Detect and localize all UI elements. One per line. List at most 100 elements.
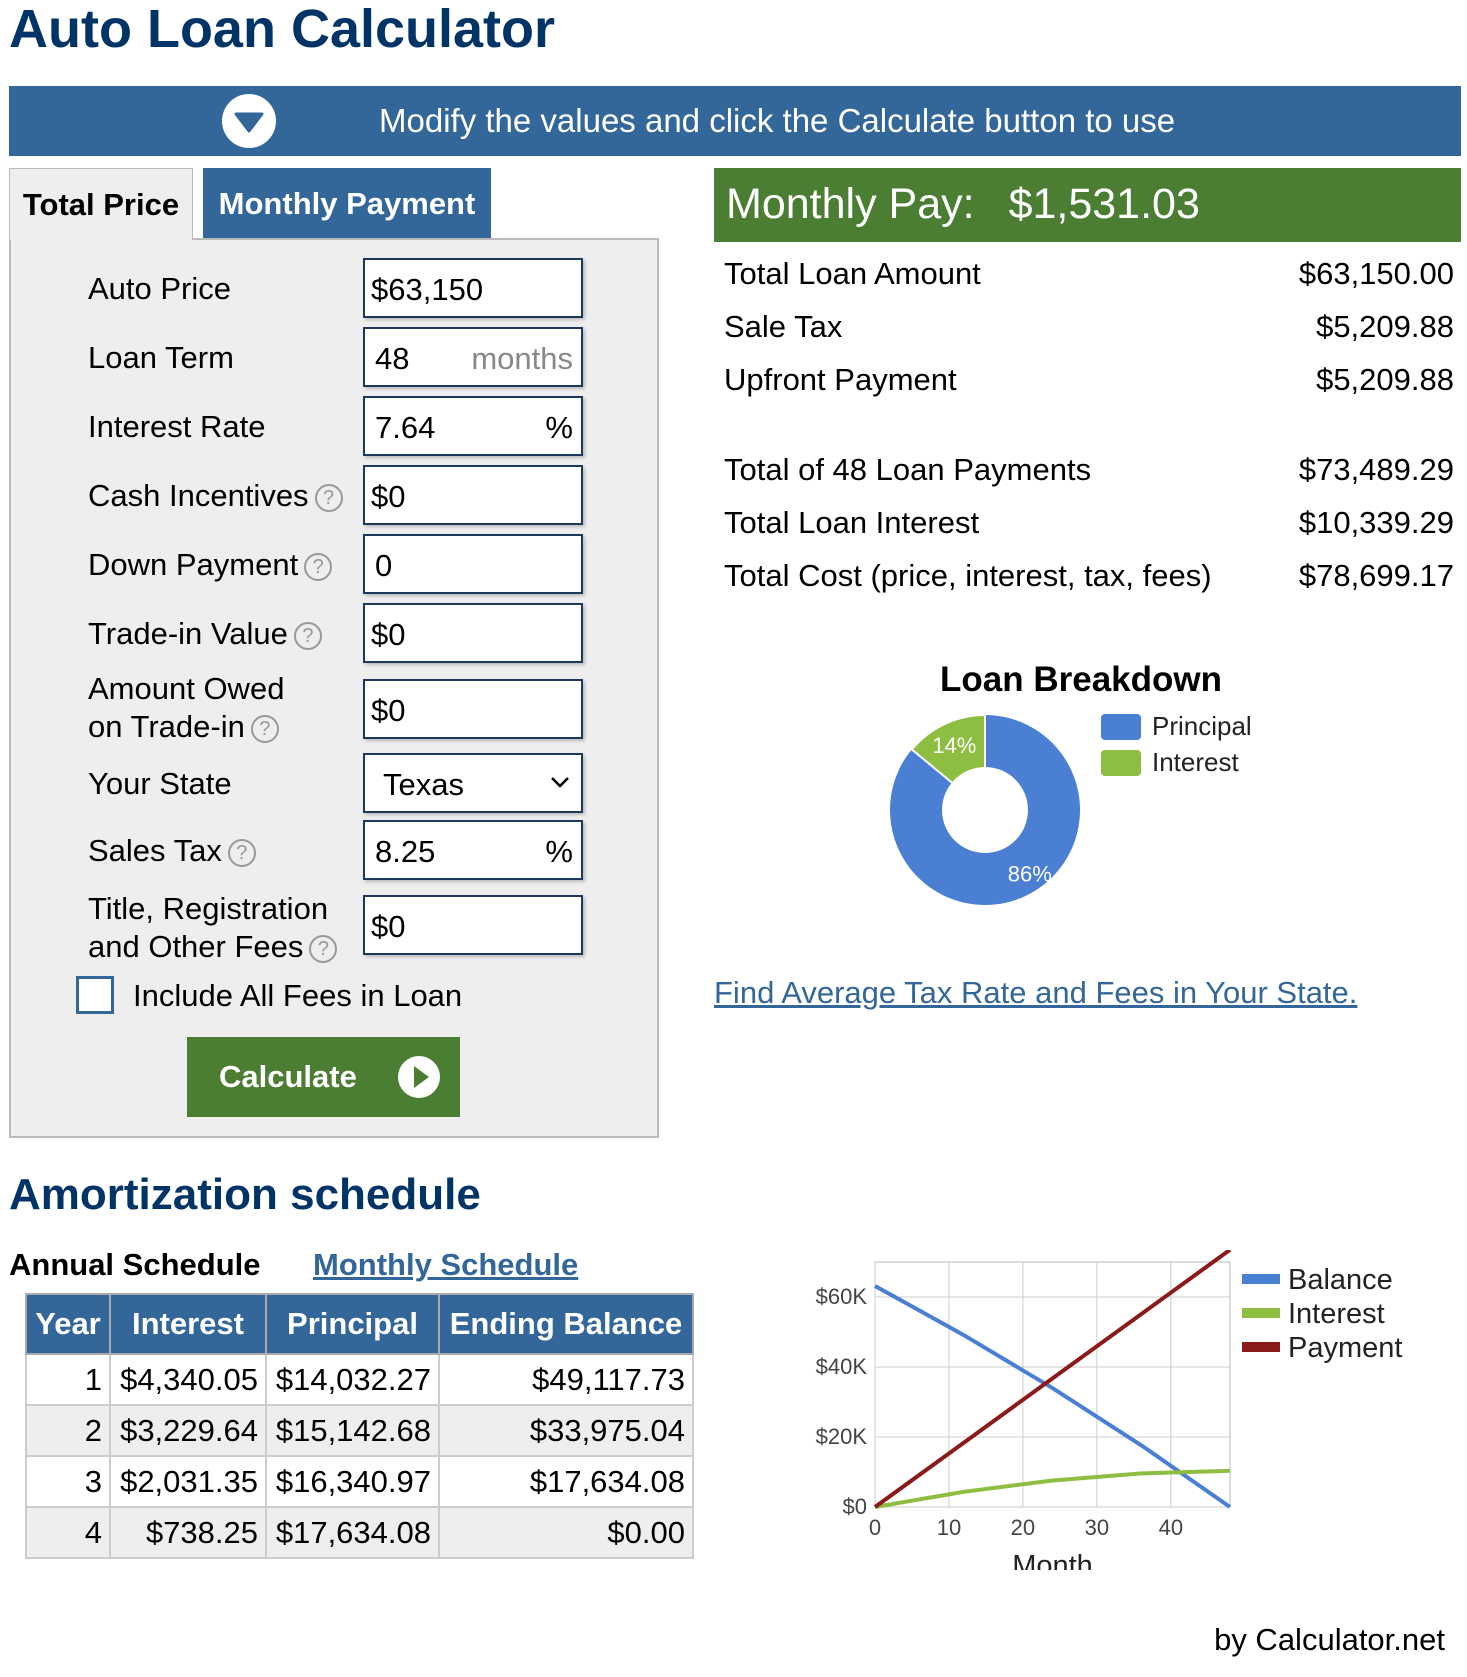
column-header: Ending Balance [438, 1293, 694, 1355]
chevron-down-circle-icon[interactable] [222, 94, 276, 148]
include-fees-label: Include All Fees in Loan [133, 978, 463, 1013]
pie-label-principal: 86% [1008, 861, 1052, 886]
result-value: $73,489.29 [1298, 452, 1454, 487]
help-icon[interactable]: ? [314, 483, 343, 512]
result-value: $5,209.88 [1316, 309, 1454, 344]
include-fees-checkbox[interactable] [76, 976, 114, 1014]
interest-rate-input[interactable]: 7.64% [363, 396, 583, 456]
monthly-pay-label: Monthly Pay: [726, 180, 975, 228]
result-value: $10,339.29 [1298, 505, 1454, 540]
amount-owed-input[interactable]: $0 [363, 679, 583, 739]
principal-cell: $17,634.08 [265, 1506, 440, 1559]
result-label: Sale Tax [724, 309, 843, 344]
balance-cell: $33,975.04 [438, 1404, 694, 1457]
table-row: 1 $4,340.05 $14,032.27 $49,117.73 [25, 1353, 694, 1406]
auto-price-label: Auto Price [88, 271, 232, 306]
fees-input[interactable]: $0 [363, 895, 583, 955]
interest-cell: $3,229.64 [109, 1404, 267, 1457]
interest-cell: $738.25 [109, 1506, 267, 1559]
fees-label: Title, Registration and Other Fees? [88, 890, 338, 966]
amount-owed-label: Amount Owed on Trade-in? [88, 671, 285, 744]
auto-price-value: $63,150 [371, 272, 484, 307]
column-header: Year [25, 1293, 111, 1355]
principal-cell: $14,032.27 [265, 1353, 440, 1406]
loan-term-label: Loan Term [88, 340, 234, 375]
table-row: 2 $3,229.64 $15,142.68 $33,975.04 [25, 1404, 694, 1457]
help-icon[interactable]: ? [304, 552, 333, 581]
trade-in-value-label: Trade-in Value? [88, 615, 322, 653]
year-cell: 4 [25, 1506, 111, 1559]
donut-hole [942, 767, 1028, 853]
help-icon[interactable]: ? [250, 714, 279, 743]
legend-swatch-balance [1242, 1274, 1280, 1284]
principal-cell: $16,340.97 [265, 1455, 440, 1508]
cash-incentives-label: Cash Incentives? [88, 477, 343, 515]
help-icon[interactable]: ? [293, 621, 322, 650]
tab-monthly-payment[interactable]: Monthly Payment [203, 168, 491, 240]
x-axis-label: Month [1012, 1550, 1093, 1570]
result-row: Total Loan Amount $63,150.00 [724, 256, 1454, 292]
cash-incentives-input[interactable]: $0 [363, 465, 583, 525]
trade-in-value-input[interactable]: $0 [363, 603, 583, 663]
sales-tax-value: 8.25 [375, 834, 436, 869]
loan-term-value: 48 [375, 341, 410, 376]
sales-tax-input[interactable]: 8.25% [363, 820, 583, 880]
amortization-heading: Amortization schedule [9, 1170, 481, 1219]
sales-tax-suffix: % [545, 834, 573, 869]
legend-label-balance: Balance [1288, 1264, 1393, 1296]
principal-cell: $15,142.68 [265, 1404, 440, 1457]
instructions-banner[interactable]: Modify the values and click the Calculat… [9, 86, 1461, 156]
calculate-label: Calculate [219, 1059, 357, 1094]
amount-owed-value: $0 [371, 693, 406, 728]
tax-rate-link[interactable]: Find Average Tax Rate and Fees in Your S… [714, 975, 1357, 1011]
x-tick-label: 30 [1085, 1515, 1109, 1540]
y-tick-label: $60K [816, 1284, 868, 1309]
loan-term-suffix: months [471, 341, 573, 376]
result-row: Sale Tax $5,209.88 [724, 309, 1454, 345]
down-payment-label: Down Payment? [88, 546, 333, 584]
calculate-button[interactable]: Calculate [187, 1037, 460, 1117]
legend-label-interest: Interest [1152, 747, 1239, 777]
pie-title: Loan Breakdown [940, 660, 1222, 699]
result-label: Upfront Payment [724, 362, 957, 397]
pie-label-interest: 14% [932, 733, 976, 758]
x-tick-label: 0 [869, 1515, 881, 1540]
year-cell: 2 [25, 1404, 111, 1457]
tab-annual-schedule[interactable]: Annual Schedule [9, 1247, 260, 1283]
help-icon[interactable]: ? [227, 838, 256, 867]
your-state-label: Your State [88, 766, 232, 801]
result-row: Total Cost (price, interest, tax, fees) $… [724, 558, 1454, 594]
tab-monthly-schedule[interactable]: Monthly Schedule [313, 1247, 578, 1283]
legend-label-payment: Payment [1288, 1332, 1402, 1364]
column-header: Principal [265, 1293, 440, 1355]
amortization-table: Year Interest Principal Ending Balance 1… [25, 1293, 694, 1559]
legend-label-principal: Principal [1152, 711, 1252, 741]
tab-total-price[interactable]: Total Price [9, 168, 193, 240]
y-tick-label: $40K [816, 1354, 868, 1379]
chevron-down-icon [551, 777, 569, 788]
result-label: Total Cost (price, interest, tax, fees) [724, 558, 1212, 593]
help-icon[interactable]: ? [309, 934, 338, 963]
banner-text: Modify the values and click the Calculat… [379, 102, 1176, 139]
year-cell: 1 [25, 1353, 111, 1406]
result-row: Upfront Payment $5,209.88 [724, 362, 1454, 398]
balance-cell: $17,634.08 [438, 1455, 694, 1508]
result-row: Total Loan Interest $10,339.29 [724, 505, 1454, 541]
play-icon [398, 1056, 440, 1098]
loan-term-input[interactable]: 48 months [363, 327, 583, 387]
interest-rate-value: 7.64 [375, 410, 436, 445]
monthly-pay-header: Monthly Pay: $1,531.03 [714, 168, 1461, 242]
legend-label-interest: Interest [1288, 1298, 1385, 1330]
down-payment-input[interactable]: 0 [363, 534, 583, 594]
state-select[interactable]: Texas [363, 753, 583, 813]
result-row: Total of 48 Loan Payments $73,489.29 [724, 452, 1454, 488]
interest-cell: $2,031.35 [109, 1455, 267, 1508]
result-label: Total Loan Interest [724, 505, 980, 540]
auto-price-input[interactable]: $63,150 [363, 258, 583, 318]
y-tick-label: $20K [816, 1424, 868, 1449]
trade-in-value-value: $0 [371, 617, 406, 652]
result-value: $5,209.88 [1316, 362, 1454, 397]
x-tick-label: 10 [937, 1515, 961, 1540]
table-row: 4 $738.25 $17,634.08 $0.00 [25, 1506, 694, 1559]
sales-tax-label: Sales Tax? [88, 832, 256, 870]
